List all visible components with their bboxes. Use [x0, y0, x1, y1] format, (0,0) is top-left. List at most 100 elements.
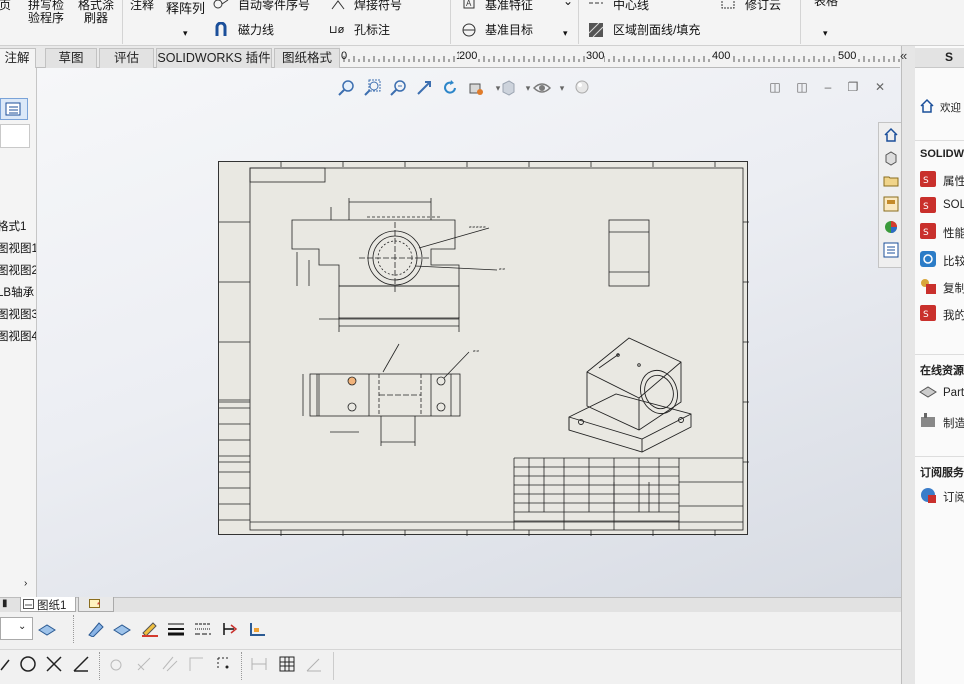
- appearances-icon[interactable]: [881, 217, 900, 236]
- home-icon[interactable]: [881, 125, 900, 144]
- tile-right-icon[interactable]: ◫: [795, 80, 809, 94]
- layer-properties-icon[interactable]: [37, 619, 57, 639]
- custom-properties-icon[interactable]: [881, 240, 900, 259]
- sheet-nav-icon[interactable]: ▮: [2, 598, 8, 609]
- view-orientation-icon[interactable]: [465, 77, 487, 99]
- ruler-ticks: [343, 56, 900, 62]
- tile-left-icon[interactable]: ◫: [768, 80, 782, 94]
- tab-solidworks-addins[interactable]: SOLIDWORKS 插件: [156, 48, 272, 68]
- annotation-button[interactable]: 注释: [130, 0, 154, 12]
- tab-annotation[interactable]: 注解: [0, 48, 36, 68]
- sheet-tab-1[interactable]: 图纸1: [20, 597, 76, 612]
- collapse-pane-icon[interactable]: «: [900, 48, 907, 63]
- hide-show-edges-icon[interactable]: [220, 619, 240, 639]
- display-style-icon[interactable]: [497, 77, 519, 99]
- line-style-icon[interactable]: [193, 619, 213, 639]
- table-button[interactable]: 表格: [814, 0, 838, 8]
- sw-resource-icon: S: [920, 171, 936, 187]
- svg-text:A: A: [466, 0, 472, 8]
- pattern-dropdown-icon[interactable]: ▾: [183, 26, 188, 40]
- table-dropdown-icon[interactable]: ▾: [823, 26, 828, 40]
- add-sheet-tab[interactable]: *: [78, 597, 114, 612]
- tree-item-drawing-view-3[interactable]: 图视图3: [0, 306, 36, 322]
- resource-item-copy[interactable]: 复制: [943, 280, 964, 296]
- command-manager-tabs: 注解 草图 评估 SOLIDWORKS 插件 图纸格式: [0, 46, 340, 68]
- task-pane: S 欢迎 SOLIDWO S 属性 S SOL S 性能 比较 复制 S 我的 …: [915, 46, 964, 684]
- featuremanager-tab-icon[interactable]: [0, 98, 28, 120]
- resource-item-properties[interactable]: 属性: [943, 173, 964, 189]
- sheet-tab-bar: ▮ 图纸1 *: [0, 597, 901, 612]
- ribbon-more-icon[interactable]: ⌄: [563, 0, 573, 8]
- circle-tool-icon[interactable]: [18, 654, 38, 674]
- hole-callout-button[interactable]: 孔标注: [354, 23, 390, 37]
- command-ribbon: 页 拼写检 验程序 格式涂 刷器 注释 释阵列 ▾ 自动零件序号 磁力线 焊接符…: [0, 0, 964, 46]
- resource-item-compare[interactable]: 比较: [943, 253, 964, 269]
- disabled-tool-icon-1: [107, 654, 127, 674]
- linear-note-pattern-button[interactable]: 释阵列: [166, 2, 205, 16]
- tree-item-drawing-view-4[interactable]: 图视图4: [0, 328, 36, 344]
- zoom-area-icon[interactable]: [361, 77, 383, 99]
- filter-box[interactable]: [0, 124, 30, 148]
- zoom-previous-icon[interactable]: [387, 77, 409, 99]
- resource-item-performance[interactable]: 性能: [943, 225, 964, 241]
- disabled-tool-icon-2: [134, 654, 154, 674]
- tree-item-drawing-view-2[interactable]: 图视图2: [0, 262, 36, 278]
- layer-icon[interactable]: [112, 619, 132, 639]
- pan-icon[interactable]: [413, 77, 435, 99]
- restore-icon[interactable]: ❐: [846, 80, 860, 94]
- hide-show-dropdown-icon[interactable]: ▾: [551, 77, 573, 99]
- spell-check-label-2[interactable]: 验程序: [28, 11, 64, 25]
- datum-target-button[interactable]: 基准目标: [485, 23, 533, 37]
- tab-sheet-format[interactable]: 图纸格式: [274, 48, 340, 68]
- design-library-icon[interactable]: [881, 148, 900, 167]
- tab-sketch[interactable]: 草图: [45, 48, 97, 68]
- auto-balloon-button[interactable]: 自动零件序号: [238, 0, 310, 12]
- svg-text:S: S: [923, 202, 929, 212]
- line-thickness-icon[interactable]: [166, 619, 186, 639]
- task-pane-divider[interactable]: «: [900, 46, 915, 684]
- subscription-item[interactable]: 订阅: [943, 489, 964, 505]
- online-item-partner[interactable]: Part: [943, 387, 964, 399]
- sw-resource-icon: S: [920, 197, 936, 213]
- view-palette-icon[interactable]: [881, 194, 900, 213]
- ribbon-item-clipped[interactable]: 页: [0, 0, 11, 12]
- revision-cloud-button[interactable]: 修订云: [745, 0, 781, 12]
- scroll-right-icon[interactable]: ›: [24, 578, 27, 589]
- tree-item-lb-bearing[interactable]: LB轴承: [0, 284, 34, 300]
- hatch-fill-button[interactable]: 区域剖面线/填充: [613, 23, 700, 37]
- color-icon[interactable]: [140, 619, 160, 639]
- layer-select[interactable]: ⌄: [0, 617, 33, 640]
- layer-dropdown-icon[interactable]: ⌄: [18, 621, 26, 632]
- ruler-label-300: 300: [586, 49, 605, 63]
- format-painter-label-2[interactable]: 刷器: [84, 11, 108, 25]
- center-line-button[interactable]: 中心线: [613, 0, 649, 12]
- zoom-fit-icon[interactable]: [335, 77, 357, 99]
- tree-item-drawing-view-1[interactable]: 图视图1: [0, 240, 36, 256]
- line-color-icon[interactable]: [86, 619, 106, 639]
- resource-item-my[interactable]: 我的: [943, 307, 964, 323]
- line-tool-icon[interactable]: [0, 654, 17, 674]
- hide-show-icon[interactable]: [531, 77, 553, 99]
- appearance-icon[interactable]: [571, 77, 593, 99]
- point-tool-icon[interactable]: [214, 654, 234, 674]
- magnetic-line-button[interactable]: 磁力线: [238, 23, 274, 37]
- minimize-icon[interactable]: –: [821, 80, 835, 94]
- weld-symbol-button[interactable]: 焊接符号: [354, 0, 402, 12]
- grid-icon[interactable]: [277, 654, 297, 674]
- close-icon[interactable]: ✕: [873, 80, 887, 94]
- edge-display-icon[interactable]: [247, 619, 267, 639]
- tree-item-sheet-format[interactable]: 格式1: [0, 218, 26, 234]
- drawing-sheet[interactable]: ⌀ ⌀ ⌀ ⌀ ⌀ ⌀ ⌀ ⌀ ⌀: [218, 161, 749, 536]
- welcome-home-icon: [920, 98, 934, 113]
- rotate-icon[interactable]: [439, 77, 461, 99]
- graphics-area[interactable]: ▾ ▾ ▾ ◫ ◫ – ❐ ✕ ⌀ ⌀ ⌀ ⌀ ⌀ ⌀ ⌀ ⌀ ⌀: [37, 68, 901, 597]
- ribbon-dropdown-icon[interactable]: ▾: [563, 26, 568, 40]
- online-item-manufacturing[interactable]: 制造: [943, 415, 964, 431]
- tab-evaluate[interactable]: 评估: [99, 48, 154, 68]
- welcome-link[interactable]: 欢迎: [940, 100, 961, 115]
- resource-item-sol[interactable]: SOL: [943, 199, 964, 211]
- datum-feature-button[interactable]: 基准特征: [485, 0, 533, 12]
- angle-tool-icon[interactable]: [71, 654, 91, 674]
- trim-tool-icon[interactable]: [44, 654, 64, 674]
- file-explorer-icon[interactable]: [881, 171, 900, 190]
